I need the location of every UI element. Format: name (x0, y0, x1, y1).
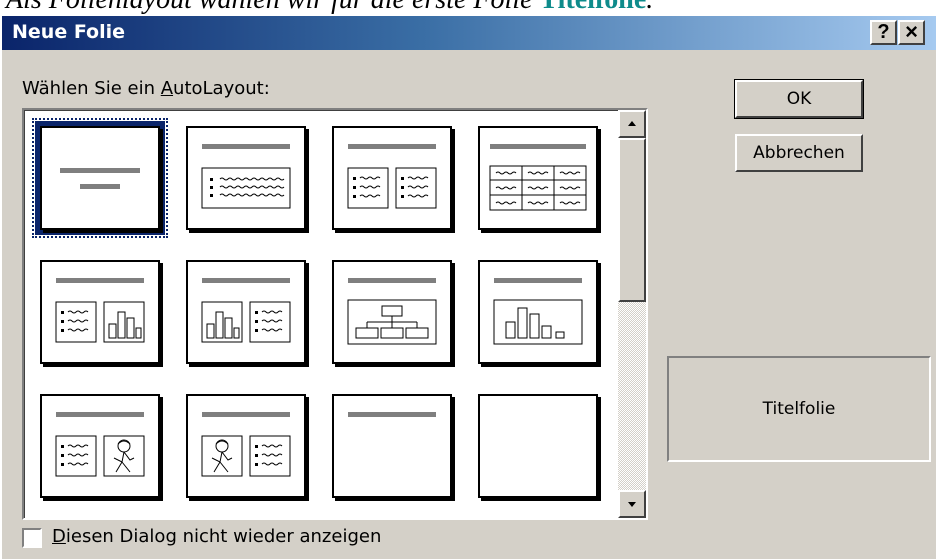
close-button[interactable]: × (898, 20, 925, 45)
arrow-down-icon (628, 502, 636, 507)
layout-title-slide[interactable] (32, 118, 168, 238)
dont-show-again-label[interactable]: Diesen Dialog nicht wieder anzeigen (52, 526, 381, 547)
layout-chart[interactable] (478, 260, 598, 364)
layout-bulleted-list[interactable] (186, 126, 306, 230)
text-and-clipart-icon (55, 412, 145, 477)
layout-preview: Titelfolie (667, 356, 931, 462)
autolayout-label: Wählen Sie ein AutoLayout: (22, 78, 270, 99)
layout-grid (24, 110, 614, 518)
layout-organization-chart[interactable] (332, 260, 452, 364)
new-slide-dialog: Neue Folie ? × Wählen Sie ein AutoLayout… (0, 14, 936, 559)
preview-label: Titelfolie (762, 399, 836, 419)
clipart-and-text-icon (201, 412, 291, 477)
autolayout-label-pre: Wählen Sie ein (22, 78, 161, 99)
autolayout-label-accel: A (160, 78, 174, 99)
bulleted-list-icon (201, 144, 291, 209)
document-text: Als Folienlayout wählen wir für die erst… (6, 0, 653, 15)
title-only-icon (348, 412, 436, 417)
layout-blank[interactable] (478, 394, 598, 498)
dialog-title: Neue Folie (12, 21, 125, 43)
document-text-after: . (646, 0, 653, 15)
chart-and-text-icon (201, 278, 291, 343)
dont-show-again-checkbox[interactable] (22, 528, 42, 548)
layout-text-and-clipart[interactable] (40, 394, 160, 498)
document-highlight: Titelfolie (540, 0, 647, 15)
text-and-chart-icon (55, 278, 145, 343)
layout-scrollbar[interactable] (618, 110, 646, 518)
document-text-before: Als Folienlayout wählen wir für die erst… (6, 0, 540, 15)
layout-clipart-and-text[interactable] (186, 394, 306, 498)
table-icon (489, 144, 587, 211)
blank-icon (480, 396, 596, 496)
ok-button[interactable]: OK (735, 80, 863, 118)
dialog-titlebar[interactable]: Neue Folie ? × (2, 16, 936, 50)
scroll-thumb[interactable] (618, 138, 646, 302)
chart-icon (493, 278, 583, 345)
autolayout-label-post: utoLayout: (173, 78, 270, 99)
dont-show-again-text: iesen Dialog nicht wieder anzeigen (65, 526, 382, 547)
layout-two-column-text[interactable] (332, 126, 452, 230)
cancel-button[interactable]: Abbrechen (735, 134, 863, 172)
layout-table[interactable] (478, 126, 598, 230)
layout-text-and-chart[interactable] (40, 260, 160, 364)
layout-chart-and-text[interactable] (186, 260, 306, 364)
layout-title-only[interactable] (332, 394, 452, 498)
scroll-up-button[interactable] (618, 110, 646, 138)
help-button[interactable]: ? (870, 20, 897, 45)
title-slide-icon (60, 168, 140, 189)
scroll-down-button[interactable] (618, 490, 646, 518)
arrow-up-icon (628, 121, 636, 126)
organization-chart-icon (347, 278, 437, 345)
two-column-text-icon (347, 144, 437, 209)
dont-show-again-accel: D (52, 526, 66, 547)
autolayout-listbox[interactable] (22, 108, 648, 520)
